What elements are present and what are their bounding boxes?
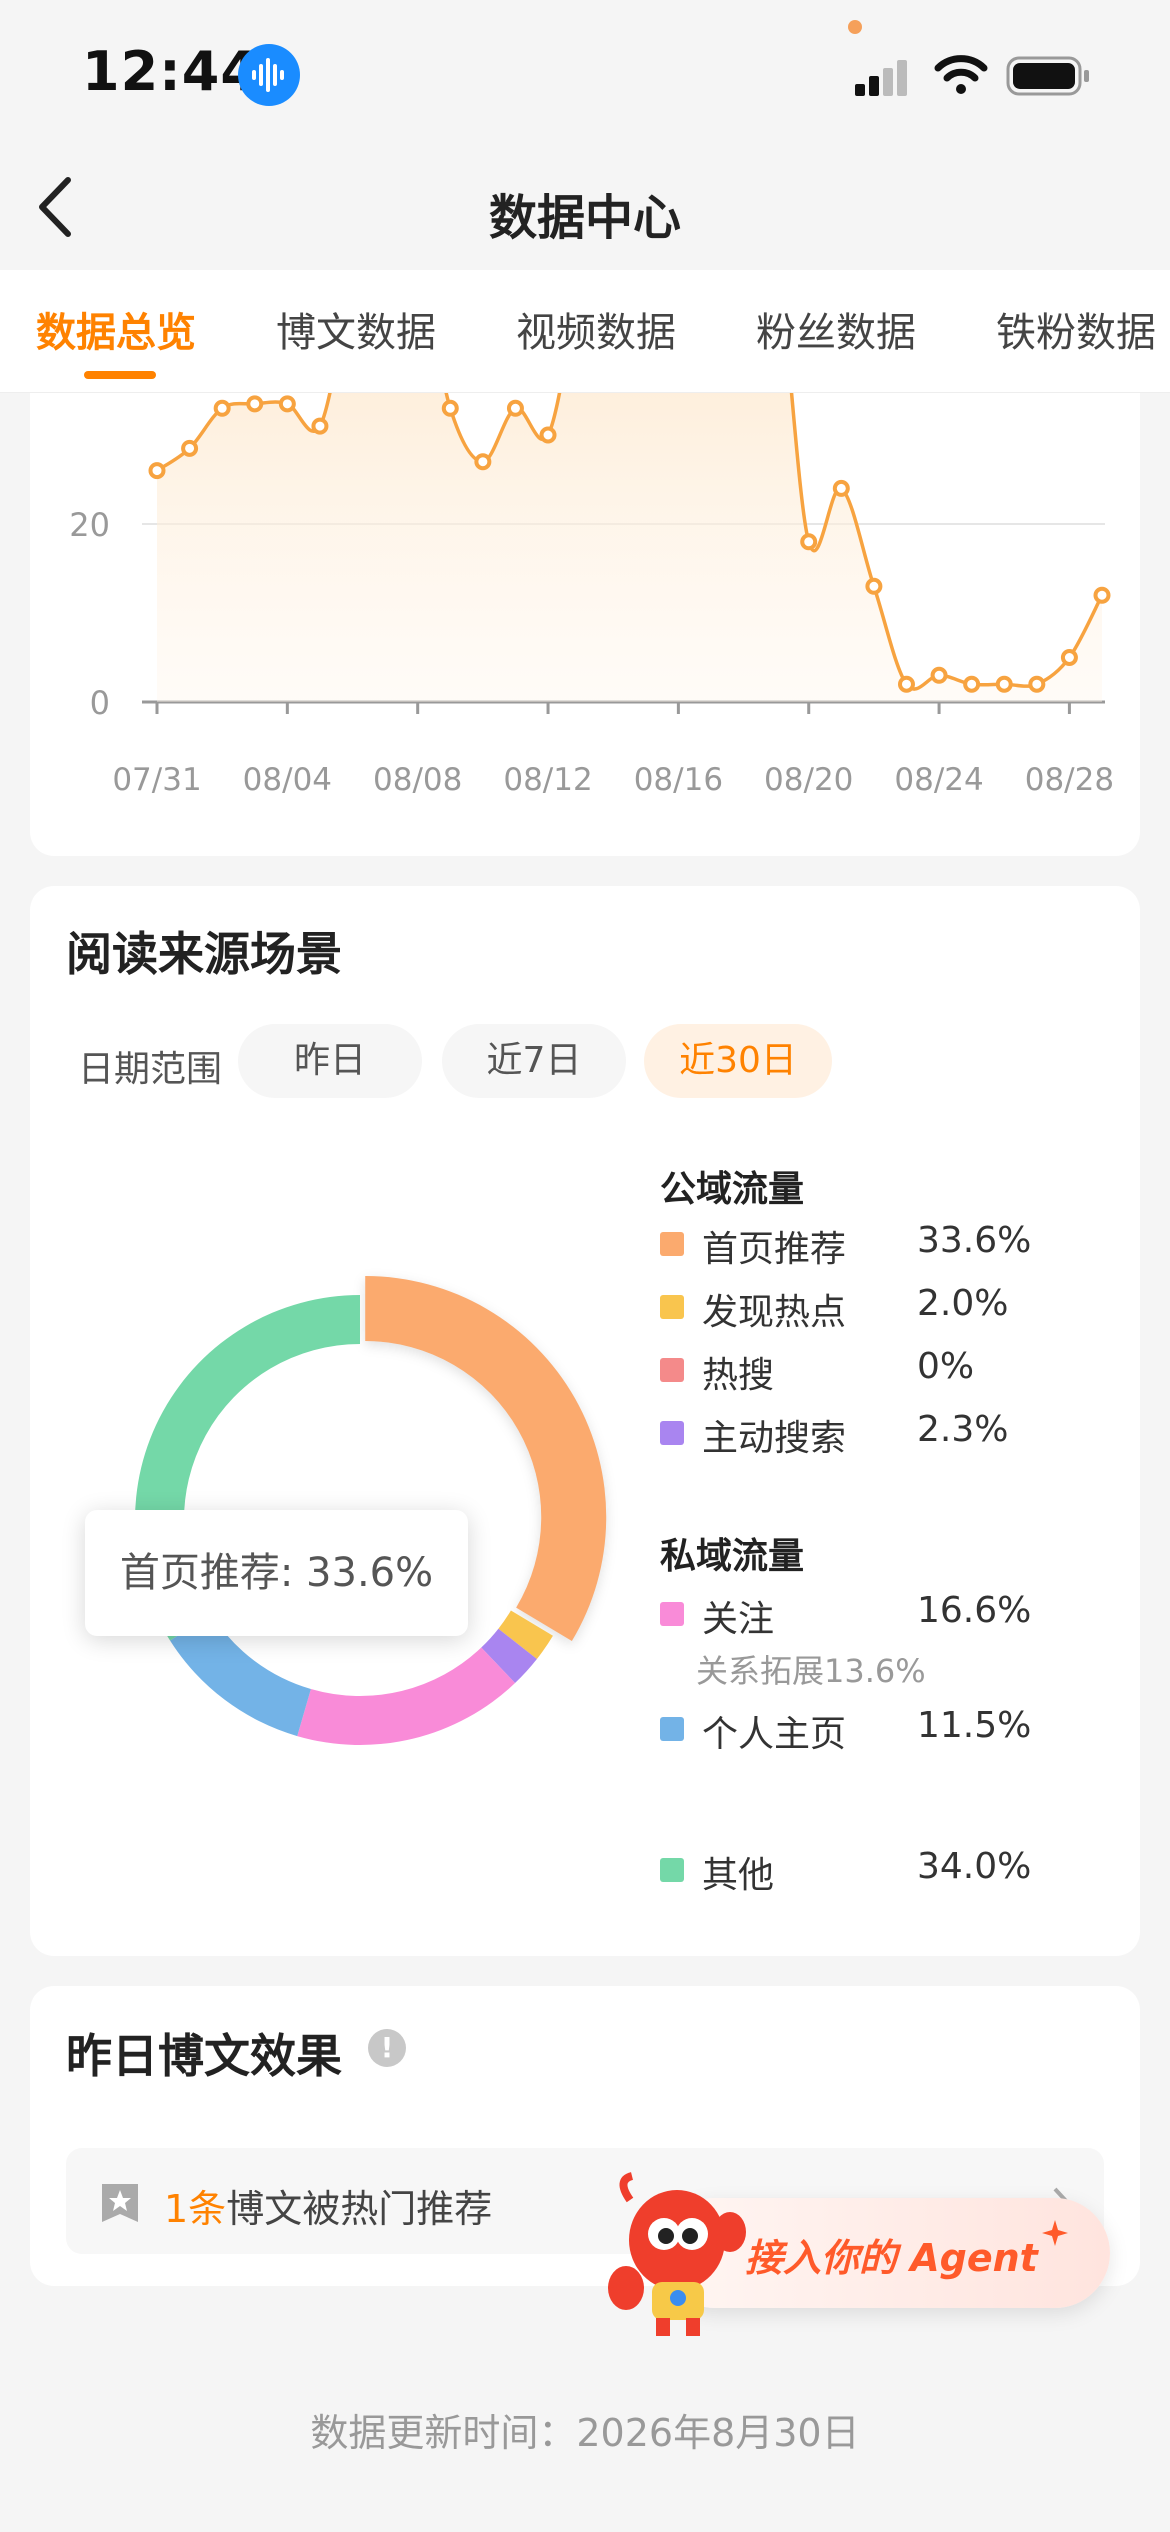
legend-value: 33.6% xyxy=(917,1220,1032,1261)
legend-label[interactable]: 首页推荐 xyxy=(702,1220,846,1272)
data-point[interactable] xyxy=(181,439,199,457)
x-tick-label: 08/28 xyxy=(1025,762,1114,798)
legend-swatch xyxy=(660,1602,684,1626)
x-tick-label: 08/08 xyxy=(373,762,462,798)
star-badge-icon xyxy=(98,2180,142,2230)
status-time: 12:44 xyxy=(82,40,259,103)
donut-legend: 公域流量首页推荐 33.6% 发现热点 2.0% 热搜 0% 主动搜索 2.3% 私域流量关注 1… xyxy=(660,1140,1120,1900)
legend-swatch xyxy=(660,1421,684,1445)
data-point[interactable] xyxy=(1093,586,1111,604)
legend-group-title: 私域流量 xyxy=(660,1536,805,1577)
legend-label[interactable]: 其他 xyxy=(702,1846,774,1898)
data-point[interactable] xyxy=(539,426,557,444)
info-icon[interactable]: ! xyxy=(368,2029,406,2067)
legend-swatch xyxy=(660,1232,684,1256)
x-tick-label: 08/16 xyxy=(634,762,723,798)
tab-active-indicator xyxy=(84,371,156,379)
data-point[interactable] xyxy=(897,675,915,693)
legend-group-title: 公域流量 xyxy=(660,1169,805,1210)
range-30day-button[interactable]: 近30日 xyxy=(644,1024,832,1098)
data-point[interactable] xyxy=(1060,649,1078,666)
trend-area xyxy=(157,393,1102,702)
legend-value: 2.0% xyxy=(917,1283,1009,1324)
legend-label[interactable]: 发现热点 xyxy=(702,1283,846,1335)
data-point[interactable] xyxy=(832,479,850,497)
x-tick-label: 08/12 xyxy=(503,762,592,798)
range-7day-button[interactable]: 近7日 xyxy=(442,1024,626,1098)
data-point[interactable] xyxy=(930,666,948,684)
data-point[interactable] xyxy=(278,395,296,413)
legend-value: 11.5% xyxy=(917,1705,1032,1746)
sparkle-icon xyxy=(1040,2218,1070,2252)
data-point[interactable] xyxy=(506,399,524,417)
hot-recommend-count: 1条 xyxy=(164,2187,227,2231)
data-point[interactable] xyxy=(963,675,981,693)
tab-video-data[interactable]: 视频数据 xyxy=(516,300,676,358)
date-range-label: 日期范围 xyxy=(78,1049,223,1090)
trend-line-chart: 07/31 08/04 08/08 08/12 08/16 08/20 08/24 08/28… xyxy=(69,393,1114,798)
x-tick-label: 08/20 xyxy=(764,762,853,798)
x-tick-label: 07/31 xyxy=(112,762,201,798)
hot-recommend-text: 1条博文被热门推荐 xyxy=(164,2178,492,2233)
data-point[interactable] xyxy=(148,462,166,480)
update-time: 数据更新时间：2026年8月30日 xyxy=(310,2411,860,2455)
legend-swatch xyxy=(660,1717,684,1741)
legend-label[interactable]: 个人主页 xyxy=(702,1705,846,1757)
range-yesterday-button[interactable]: 昨日 xyxy=(238,1024,422,1098)
legend-swatch xyxy=(660,1358,684,1382)
data-point[interactable] xyxy=(311,417,329,435)
data-point[interactable] xyxy=(213,399,231,417)
x-tick-label: 08/24 xyxy=(894,762,983,798)
data-point[interactable] xyxy=(1028,675,1046,693)
legend-swatch xyxy=(660,1295,684,1319)
battery-icon xyxy=(1006,56,1092,100)
trend-chart-card: 07/31 08/04 08/08 08/12 08/16 08/20 08/24 08/28… xyxy=(30,393,1140,856)
data-point[interactable] xyxy=(474,453,492,471)
hot-recommend-label: 博文被热门推荐 xyxy=(226,2187,493,2231)
yesterday-effect-title: 昨日博文效果 xyxy=(66,2029,342,2083)
data-point[interactable] xyxy=(865,577,883,595)
x-tick-label: 08/04 xyxy=(243,762,332,798)
voice-icon[interactable] xyxy=(238,44,300,106)
legend-value: 34.0% xyxy=(917,1846,1032,1887)
legend-value: 2.3% xyxy=(917,1409,1009,1450)
data-point[interactable] xyxy=(995,675,1013,693)
cellular-signal-icon xyxy=(855,56,915,96)
legend-label[interactable]: 关注 xyxy=(702,1590,774,1642)
tab-post-data[interactable]: 博文数据 xyxy=(276,300,436,358)
donut-slice[interactable] xyxy=(297,1647,516,1745)
y-tick-label: 0 xyxy=(90,684,110,722)
tab-overview[interactable]: 数据总览 xyxy=(36,300,196,358)
legend-swatch xyxy=(660,1858,684,1882)
data-point[interactable] xyxy=(246,395,264,413)
legend-value: 16.6% xyxy=(917,1590,1032,1631)
read-source-title: 阅读来源场景 xyxy=(66,927,342,981)
page-title: 数据中心 xyxy=(488,190,681,246)
legend-sub-label: 关系拓展13.6% xyxy=(696,1652,926,1690)
legend-value: 0% xyxy=(917,1346,975,1387)
legend-label[interactable]: 热搜 xyxy=(702,1346,774,1398)
tab-fan-data[interactable]: 粉丝数据 xyxy=(756,300,916,358)
y-tick-label: 20 xyxy=(69,506,110,544)
data-point[interactable] xyxy=(441,399,459,417)
mascot-icon[interactable] xyxy=(602,2170,752,2344)
tab-iron-fan-data[interactable]: 铁粉数据 xyxy=(996,300,1156,358)
agent-entry-label: 接入你的 Agent xyxy=(745,2236,1038,2280)
privacy-indicator-dot xyxy=(848,20,862,34)
donut-tooltip: 首页推荐: 33.6% xyxy=(85,1510,468,1636)
wifi-icon xyxy=(934,54,988,100)
legend-label[interactable]: 主动搜索 xyxy=(702,1409,846,1461)
data-point[interactable] xyxy=(800,533,818,551)
